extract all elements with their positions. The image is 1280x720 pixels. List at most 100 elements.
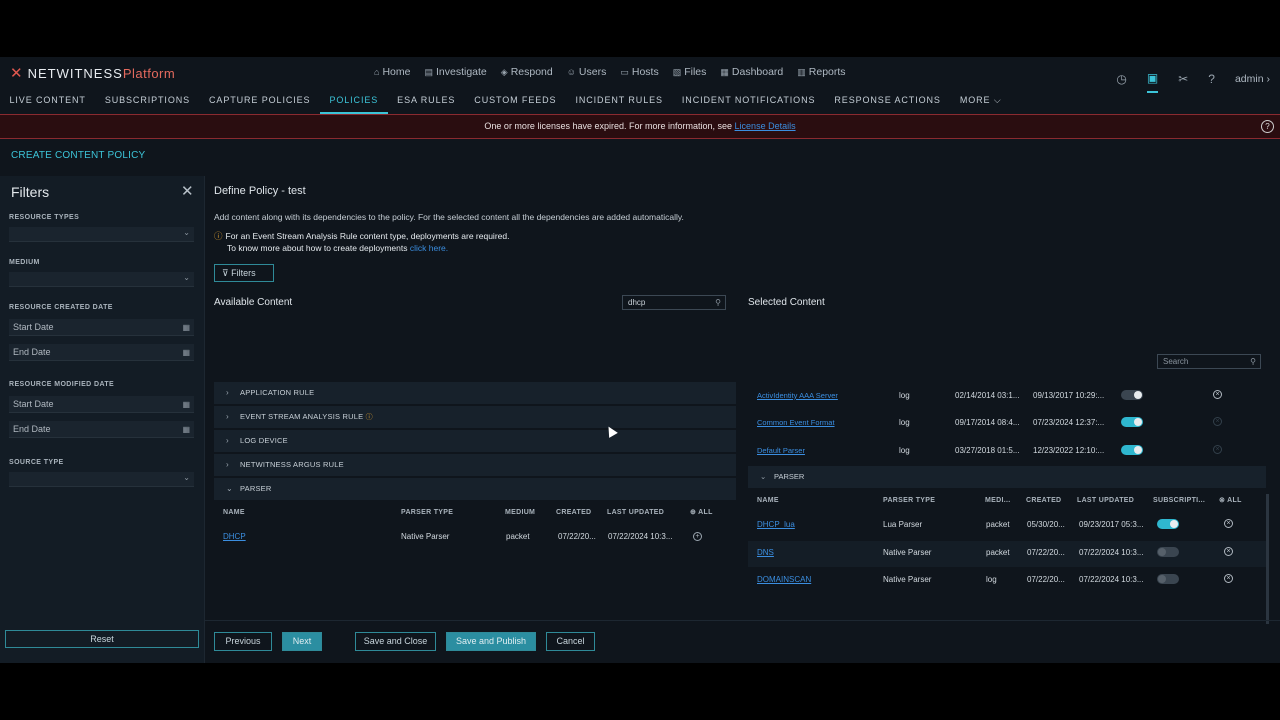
tools-icon[interactable]: ✂	[1178, 72, 1188, 86]
medium-select[interactable]: ⌄	[9, 272, 194, 287]
resource-types-select[interactable]: ⌄	[9, 227, 194, 242]
selected-search-input[interactable]: Search ⚲	[1157, 354, 1261, 369]
created-end-date-input[interactable]: End Date ▦	[9, 344, 194, 361]
col-last-updated[interactable]: LAST UPDATED	[607, 509, 664, 516]
remove-all-label: ALL	[1227, 497, 1242, 504]
close-icon[interactable]: ✕	[181, 182, 194, 200]
selected-parser-section[interactable]: ⌄ PARSER	[748, 466, 1266, 488]
save-and-close-button[interactable]: Save and Close	[355, 632, 436, 651]
calendar-icon: ▦	[182, 400, 190, 409]
timer-icon[interactable]: ◷	[1116, 72, 1126, 86]
remove-row-icon[interactable]: ×	[1224, 547, 1233, 556]
available-search-value: dhcp	[628, 298, 646, 307]
previous-button[interactable]: Previous	[214, 632, 272, 651]
nav-reports[interactable]: ▥ Reports	[797, 66, 845, 78]
subnav-incident-rules[interactable]: INCIDENT RULES	[566, 92, 672, 114]
sel-col-last-updated[interactable]: LAST UPDATED	[1077, 497, 1134, 504]
subnav-incident-notifications[interactable]: INCIDENT NOTIFICATIONS	[672, 92, 824, 114]
reset-button[interactable]: Reset	[5, 630, 199, 648]
subnav-response-actions[interactable]: RESPONSE ACTIONS	[825, 92, 950, 114]
row-name-link[interactable]: Default Parser	[757, 446, 805, 455]
brand-logo[interactable]: ✕ NETWITNESS Platform	[10, 64, 175, 82]
filters-toggle-button[interactable]: ⊽ Filters	[214, 264, 274, 282]
category-application-rule[interactable]: › APPLICATION RULE	[214, 382, 736, 404]
col-name[interactable]: NAME	[223, 509, 245, 516]
sel-col-parser-type[interactable]: PARSER TYPE	[883, 497, 935, 504]
subscription-toggle[interactable]	[1121, 445, 1143, 455]
section-label: PARSER	[774, 472, 805, 481]
subscription-toggle[interactable]	[1157, 519, 1179, 529]
nav-hosts[interactable]: ▭ Hosts	[620, 66, 658, 78]
help-icon[interactable]: ?	[1208, 72, 1215, 86]
netwitness-logo-icon: ✕	[10, 65, 24, 82]
subscription-toggle[interactable]	[1121, 390, 1143, 400]
subscription-toggle[interactable]	[1157, 547, 1179, 557]
remove-row-icon[interactable]: ×	[1213, 390, 1222, 399]
define-policy-content: Define Policy - test Add content along w…	[205, 176, 1280, 663]
category-label: EVENT STREAM ANALYSIS RULE	[240, 412, 364, 421]
subscription-toggle[interactable]	[1157, 574, 1179, 584]
subnav-live-content[interactable]: LIVE CONTENT	[0, 92, 95, 114]
row-name-link[interactable]: ActivIdentity AAA Server	[757, 391, 838, 400]
remove-row-icon[interactable]: ×	[1224, 574, 1233, 583]
row-name-link[interactable]: DHCP	[223, 532, 246, 541]
sel-col-name[interactable]: NAME	[757, 497, 779, 504]
available-content-title: Available Content	[214, 297, 293, 308]
nav-users[interactable]: ☺ Users	[567, 66, 607, 78]
subscription-toggle[interactable]	[1121, 417, 1143, 427]
remove-row-icon[interactable]: ×	[1224, 519, 1233, 528]
nav-respond[interactable]: ◈ Respond	[501, 66, 553, 78]
category-label: APPLICATION RULE	[240, 388, 315, 397]
add-all-button[interactable]: ⊕ ALL	[690, 508, 713, 516]
created-start-date-input[interactable]: Start Date ▦	[9, 319, 194, 336]
subnav-subscriptions[interactable]: SUBSCRIPTIONS	[95, 92, 199, 114]
search-placeholder: Search	[1163, 357, 1189, 366]
user-menu[interactable]: admin ›	[1235, 73, 1270, 85]
nav-files[interactable]: ▧ Files	[673, 66, 707, 78]
toggle-knob	[1158, 575, 1166, 583]
source-type-select[interactable]: ⌄	[9, 472, 194, 487]
col-created[interactable]: CREATED	[556, 509, 591, 516]
sel-col-created[interactable]: CREATED	[1026, 497, 1061, 504]
brand-name: NETWITNESS	[27, 65, 123, 81]
info-icon: ⓘ	[365, 414, 373, 421]
nav-investigate[interactable]: ▤ Investigate	[424, 66, 486, 78]
nav-home[interactable]: ⌂ Home	[374, 66, 410, 78]
next-button[interactable]: Next	[282, 632, 322, 651]
sel-col-medium[interactable]: MEDI...	[985, 497, 1010, 504]
category-log-device[interactable]: › LOG DEVICE	[214, 430, 736, 452]
remove-all-button[interactable]: ⊗ ALL	[1219, 496, 1242, 504]
reports-icon: ▥	[797, 66, 806, 77]
category-esa-rule[interactable]: › EVENT STREAM ANALYSIS RULE ⓘ	[214, 406, 736, 428]
category-parser[interactable]: ⌄ PARSER	[214, 478, 736, 500]
modified-end-date-input[interactable]: End Date ▦	[9, 421, 194, 438]
license-details-link[interactable]: License Details	[735, 121, 796, 131]
cancel-button[interactable]: Cancel	[546, 632, 595, 651]
sel-col-subscription[interactable]: SUBSCRIPTI...	[1153, 497, 1205, 504]
save-and-publish-button[interactable]: Save and Publish	[446, 632, 536, 651]
click-here-link[interactable]: click here.	[410, 243, 448, 253]
home-icon: ⌂	[374, 67, 380, 77]
row-last-updated: 07/22/2024 10:3...	[1079, 548, 1144, 557]
category-argus-rule[interactable]: › NETWITNESS ARGUS RULE	[214, 454, 736, 476]
add-row-icon[interactable]: +	[693, 532, 702, 541]
row-name-link[interactable]: DOMAINSCAN	[757, 575, 811, 584]
subnav-esa-rules[interactable]: ESA RULES	[388, 92, 465, 114]
nav-dashboard[interactable]: ▦ Dashboard	[720, 66, 783, 78]
subnav-capture-policies[interactable]: CAPTURE POLICIES	[200, 92, 320, 114]
main-nav: ⌂ Home ▤ Investigate ◈ Respond ☺ Users ▭ Host…	[374, 66, 846, 78]
row-name-link[interactable]: Common Event Format	[757, 418, 835, 427]
subnav-policies[interactable]: POLICIES	[319, 92, 388, 114]
configure-icon[interactable]: ▣	[1146, 71, 1159, 93]
row-name-link[interactable]: DHCP_lua	[757, 520, 795, 529]
row-parser-type: Lua Parser	[883, 520, 923, 529]
available-search-input[interactable]: dhcp ⚲	[622, 295, 726, 310]
row-name-link[interactable]: DNS	[757, 548, 774, 557]
col-medium[interactable]: MEDIUM	[505, 509, 535, 516]
subnav-more[interactable]: MORE ⌵	[950, 92, 1011, 114]
subnav-custom-feeds[interactable]: CUSTOM FEEDS	[465, 92, 566, 114]
modified-start-date-input[interactable]: Start Date ▦	[9, 396, 194, 413]
scrollbar[interactable]	[1266, 494, 1269, 624]
col-parser-type[interactable]: PARSER TYPE	[401, 509, 453, 516]
banner-help-icon[interactable]: ?	[1261, 120, 1274, 133]
